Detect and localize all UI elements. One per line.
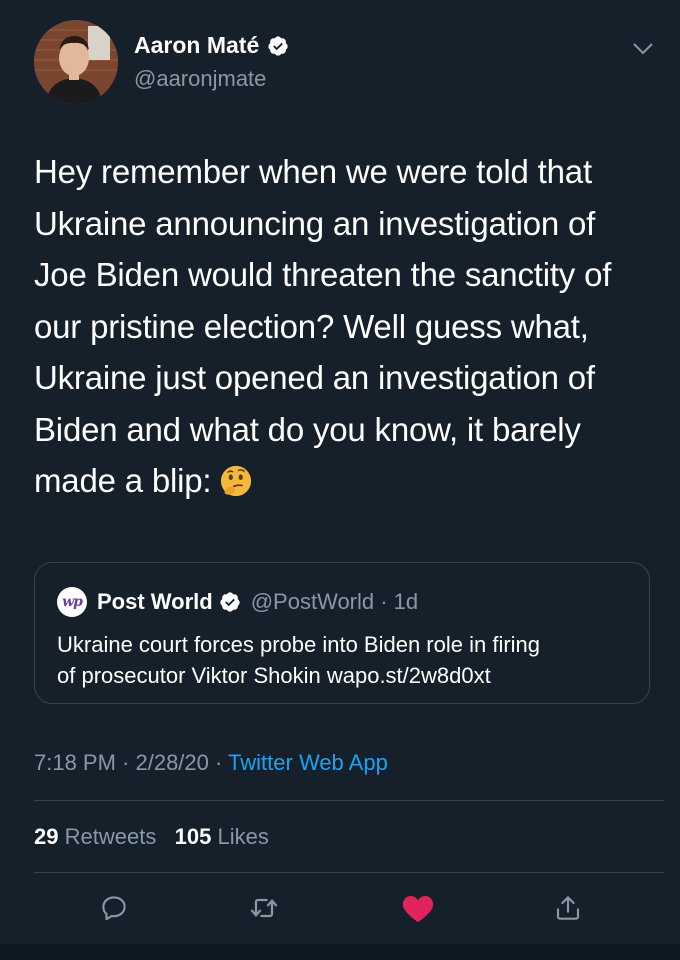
author-display-name-row[interactable]: Aaron Maté bbox=[134, 34, 289, 57]
share-button[interactable] bbox=[550, 890, 586, 926]
tweet-source-link[interactable]: Twitter Web App bbox=[228, 750, 388, 775]
share-icon bbox=[556, 896, 580, 920]
retweet-button[interactable] bbox=[246, 890, 282, 926]
tweet-timestamp-row: 7:18 PM · 2/28/20 · Twitter Web App bbox=[34, 750, 388, 776]
like-button[interactable] bbox=[400, 890, 436, 926]
tweet-line: made a blip: bbox=[34, 462, 212, 499]
likes-stat[interactable]: 105 Likes bbox=[175, 824, 269, 849]
chevron-down-icon[interactable] bbox=[632, 42, 654, 56]
quoted-handle-time: @PostWorld · 1d bbox=[250, 589, 419, 614]
bottom-edge bbox=[0, 944, 680, 960]
tweet-text: Hey remember when we were told that Ukra… bbox=[34, 146, 664, 507]
post-world-logo-icon: wp bbox=[57, 587, 87, 617]
avatar[interactable] bbox=[34, 20, 118, 104]
divider bbox=[34, 800, 664, 801]
tweet-detail: Aaron Maté @aaronjmate Hey remember when… bbox=[0, 0, 680, 960]
divider bbox=[34, 872, 664, 873]
thinking-face-emoji-icon bbox=[221, 465, 252, 497]
quoted-tweet-card[interactable]: wp Post World @PostWorld · 1d Ukraine co… bbox=[34, 562, 650, 704]
avatar-image bbox=[34, 20, 118, 104]
reply-icon bbox=[102, 896, 126, 921]
likes-label: Likes bbox=[217, 824, 269, 849]
tweet-line: our pristine election? Well guess what, bbox=[34, 307, 589, 345]
tweet-line: Biden and what do you know, it barely bbox=[34, 410, 581, 448]
engagement-stats: 29 Retweets 105 Likes bbox=[34, 824, 269, 850]
verified-badge-icon bbox=[268, 35, 288, 56]
quoted-tweet-text: Ukraine court forces probe into Biden ro… bbox=[57, 629, 637, 691]
quoted-author-name: Post World bbox=[97, 589, 213, 614]
tweet-timestamp: 7:18 PM · 2/28/20 · bbox=[34, 750, 229, 775]
tweet-line: Joe Biden would threaten the sanctity of bbox=[34, 256, 612, 293]
tweet-line: Ukraine just opened an investigation of bbox=[34, 359, 595, 396]
tweet-line: Hey remember when we were told that bbox=[34, 153, 592, 190]
like-icon bbox=[402, 895, 434, 923]
quoted-text-line: Ukraine court forces probe into Biden ro… bbox=[57, 632, 541, 657]
retweets-count: 29 bbox=[34, 824, 59, 849]
likes-count: 105 bbox=[174, 824, 212, 849]
retweet-icon bbox=[250, 898, 278, 918]
tweet-line: Ukraine announcing an investigation of bbox=[34, 204, 596, 242]
quoted-text-line: of prosecutor Viktor Shokin wapo.st/2w8d… bbox=[57, 663, 491, 688]
tweet-actions-bar bbox=[0, 890, 680, 934]
tweet-line-last: made a blip: bbox=[34, 455, 664, 507]
reply-button[interactable] bbox=[96, 890, 132, 926]
verified-badge-icon bbox=[220, 592, 240, 612]
quoted-tweet-header: wp Post World @PostWorld · 1d bbox=[57, 587, 418, 617]
retweets-stat[interactable]: 29 Retweets bbox=[34, 824, 156, 849]
retweets-label: Retweets bbox=[64, 824, 157, 849]
author-name[interactable]: Aaron Maté bbox=[134, 34, 259, 57]
author-handle[interactable]: @aaronjmate bbox=[134, 68, 266, 90]
